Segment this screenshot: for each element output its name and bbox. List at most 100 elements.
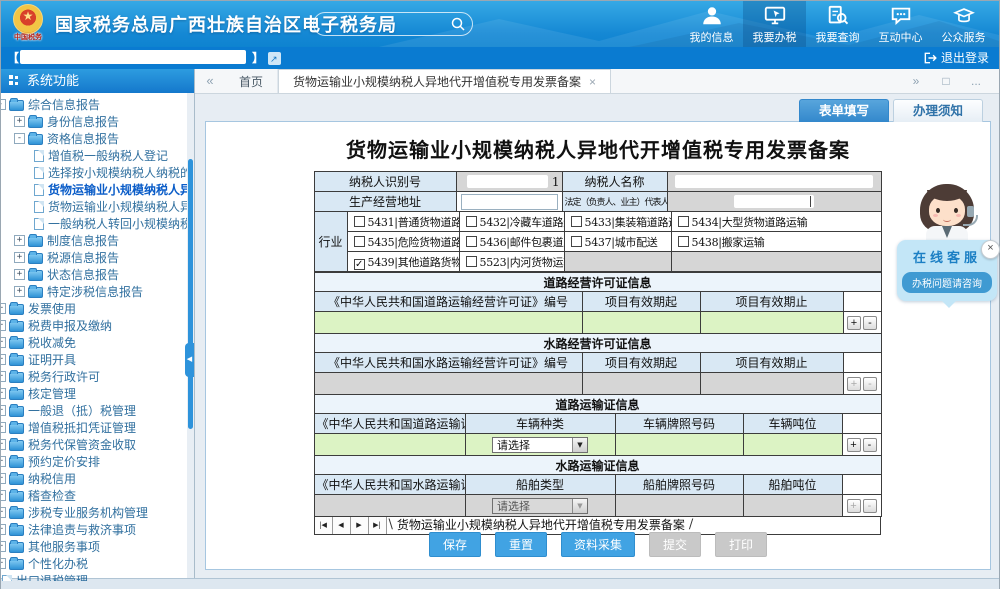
sidebar-item[interactable]: +税收减免 [1, 334, 194, 351]
add-row-button[interactable]: + [847, 438, 861, 452]
remove-row-button[interactable]: - [863, 316, 877, 330]
checkbox-unchecked[interactable] [678, 216, 689, 227]
sidebar-item[interactable]: +增值税抵扣凭证管理 [1, 419, 194, 436]
tree-expander-icon[interactable]: + [1, 456, 6, 467]
tree-expander-icon[interactable]: - [14, 133, 25, 144]
sidebar-item[interactable]: -资格信息报告 [1, 130, 194, 147]
save-button[interactable]: 保存 [429, 532, 481, 557]
section-input-cell[interactable] [314, 434, 465, 456]
consult-pill[interactable]: 办税问题请咨询 [902, 272, 992, 293]
tab-home[interactable]: 首页 [225, 69, 278, 93]
sidebar-item[interactable]: +个性化办税 [1, 555, 194, 572]
industry-option[interactable]: 5523|内河货物运输 [459, 252, 564, 272]
maximize-button[interactable]: □ [931, 74, 961, 88]
logout-button[interactable]: 退出登录 [923, 47, 989, 69]
checkbox-unchecked[interactable] [466, 216, 477, 227]
nav-item-1[interactable]: 我的信息 [680, 1, 743, 47]
sidebar-item[interactable]: +税务行政许可 [1, 368, 194, 385]
tree-expander-icon[interactable]: + [1, 405, 6, 416]
tree-expander-icon[interactable]: + [1, 337, 6, 348]
sidebar-item[interactable]: +涉税专业服务机构管理 [1, 504, 194, 521]
tab-instructions[interactable]: 办理须知 [893, 99, 983, 122]
sidebar-item[interactable]: 增值税一般纳税人登记 [1, 147, 194, 164]
industry-option[interactable]: 5431|普通货物道路运输 [347, 212, 459, 232]
remove-row-button[interactable]: - [863, 438, 877, 452]
tree-expander-icon[interactable]: + [14, 235, 25, 246]
switch-account-icon[interactable] [268, 52, 281, 65]
tree-expander-icon[interactable]: + [1, 507, 6, 518]
tree-expander-icon[interactable]: + [1, 320, 6, 331]
tree-expander-icon[interactable]: + [1, 490, 6, 501]
sidebar-item[interactable]: +核定管理 [1, 385, 194, 402]
collect-data-button[interactable]: 资料采集 [561, 532, 635, 557]
tree-expander-icon[interactable]: + [1, 439, 6, 450]
chat-close-icon[interactable]: × [981, 240, 1000, 259]
sidebar-item[interactable]: 选择按小规模纳税人纳税的情况说明 [1, 164, 194, 181]
tree-expander-icon[interactable]: + [1, 541, 6, 552]
section-input-cell[interactable]: 请选择▼ [465, 434, 615, 456]
vehicle-type-select[interactable]: 请选择▼ [492, 437, 588, 453]
industry-option[interactable]: 5437|城市配送 [564, 232, 671, 252]
tab-scroll-right-button[interactable]: » [901, 74, 931, 88]
tree-expander-icon[interactable]: + [1, 524, 6, 535]
section-input-cell[interactable] [615, 434, 743, 456]
header-search-input[interactable] [313, 12, 473, 36]
industry-option[interactable]: 5432|冷藏车道路运输 [459, 212, 564, 232]
sidebar-item[interactable]: 一般纳税人转回小规模纳税人 [1, 215, 194, 232]
checkbox-unchecked[interactable] [571, 216, 582, 227]
sidebar-item[interactable]: +身份信息报告 [1, 113, 194, 130]
tree-expander-icon[interactable]: + [1, 371, 6, 382]
tree-expander-icon[interactable]: - [1, 99, 6, 110]
tree-expander-icon[interactable]: + [1, 473, 6, 484]
nav-item-4[interactable]: 互动中心 [869, 1, 932, 47]
sidebar-item[interactable]: +稽查检查 [1, 487, 194, 504]
tree-expander-icon[interactable]: + [14, 269, 25, 280]
industry-option[interactable]: 5438|搬家运输 [671, 232, 881, 252]
sidebar-item[interactable]: +税务代保管资金收取 [1, 436, 194, 453]
sidebar-item[interactable]: +制度信息报告 [1, 232, 194, 249]
industry-option[interactable]: 5433|集装箱道路运输 [564, 212, 671, 232]
checkbox-checked[interactable]: ✓ [354, 259, 365, 270]
industry-option[interactable]: 5434|大型货物道路运输 [671, 212, 881, 232]
chevron-down-icon[interactable]: ▼ [572, 438, 587, 452]
sidebar-item[interactable]: +税费申报及缴纳 [1, 317, 194, 334]
nav-item-2[interactable]: 我要办税 [743, 1, 806, 47]
sidebar-item[interactable]: +一般退（抵）税管理 [1, 402, 194, 419]
sidebar-scrollbar-thumb[interactable] [188, 159, 193, 429]
sidebar-item[interactable]: +纳税信用 [1, 470, 194, 487]
tab-scroll-left-button[interactable]: « [195, 69, 225, 93]
tab-close-icon[interactable]: × [589, 75, 596, 89]
sidebar-item[interactable]: +特定涉税信息报告 [1, 283, 194, 300]
tree-expander-icon[interactable]: + [1, 388, 6, 399]
tab-current[interactable]: 货物运输业小规模纳税人异地代开增值税专用发票备案 × [278, 69, 611, 93]
tree-expander-icon[interactable]: + [1, 354, 6, 365]
sidebar-item[interactable]: +其他服务事项 [1, 538, 194, 555]
sidebar-item[interactable]: 出口退税管理 [1, 572, 194, 581]
sidebar-item[interactable]: +预约定价安排 [1, 453, 194, 470]
tree-expander-icon[interactable]: + [14, 286, 25, 297]
tab-form-fill[interactable]: 表单填写 [799, 99, 889, 122]
sidebar-item[interactable]: +税源信息报告 [1, 249, 194, 266]
tree-expander-icon[interactable]: + [1, 558, 6, 569]
checkbox-unchecked[interactable] [354, 216, 365, 227]
sidebar-item[interactable]: +法律追责与救济事项 [1, 521, 194, 538]
checkbox-unchecked[interactable] [354, 236, 365, 247]
section-input-cell[interactable] [314, 312, 582, 334]
section-input-cell[interactable] [700, 312, 843, 334]
more-tabs-button[interactable]: ... [961, 74, 991, 88]
section-input-cell[interactable] [582, 312, 700, 334]
checkbox-unchecked[interactable] [466, 256, 477, 267]
reset-button[interactable]: 重置 [495, 532, 547, 557]
sidebar-item[interactable]: 货物运输业小规模纳税人异地代开增值税专用发票备案 [1, 181, 194, 198]
sidebar-item[interactable]: +发票使用 [1, 300, 194, 317]
sidebar-item[interactable]: +状态信息报告 [1, 266, 194, 283]
sidebar-item[interactable]: +证明开具 [1, 351, 194, 368]
tree-expander-icon[interactable]: + [14, 116, 25, 127]
industry-option[interactable]: 5435|危险货物道路运输 [347, 232, 459, 252]
tree-expander-icon[interactable]: + [1, 422, 6, 433]
tree-expander-icon[interactable]: + [14, 252, 25, 263]
sidebar-item[interactable]: 货物运输业小规模纳税人异地代开增值税专用发票备案 [1, 198, 194, 215]
nav-item-3[interactable]: 我要查询 [806, 1, 869, 47]
address-input[interactable] [461, 194, 558, 210]
nav-item-5[interactable]: 公众服务 [932, 1, 995, 47]
